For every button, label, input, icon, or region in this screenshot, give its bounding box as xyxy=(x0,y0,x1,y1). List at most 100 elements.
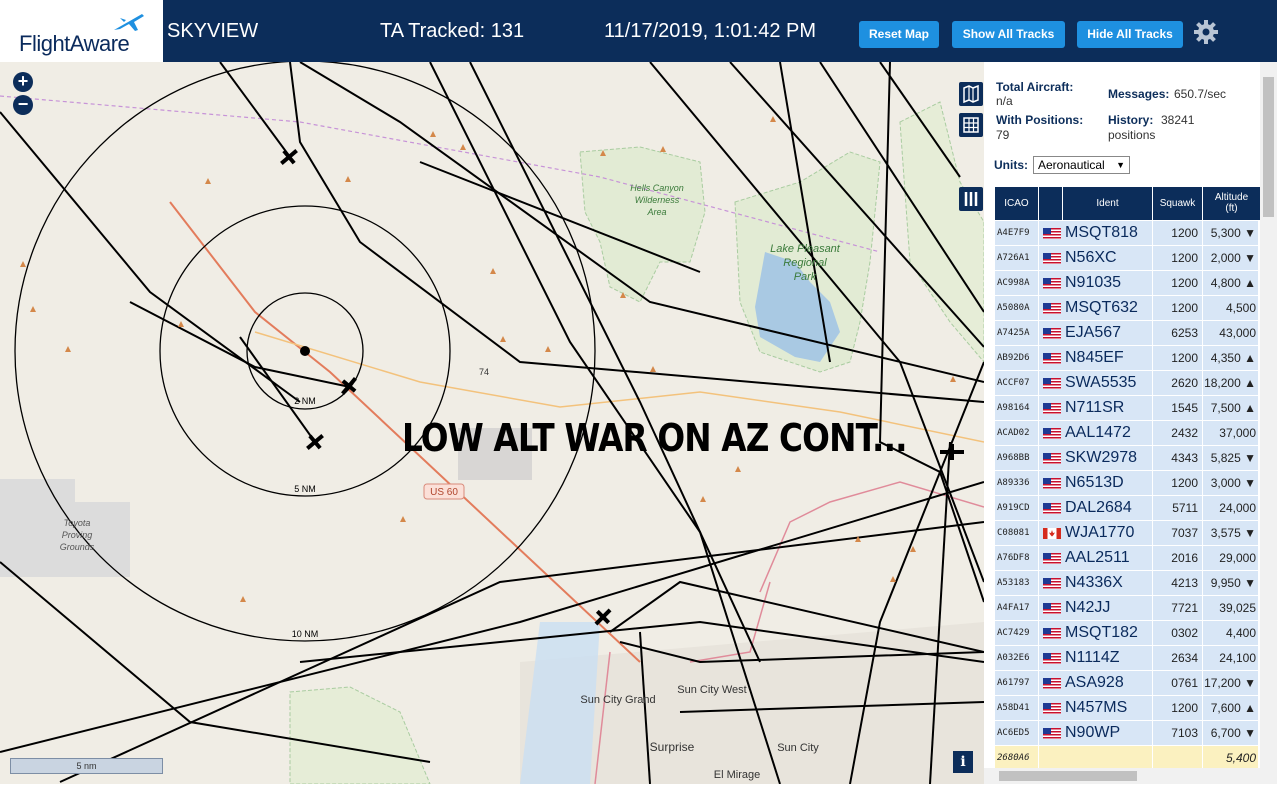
ident-text: DAL2684 xyxy=(1065,499,1132,516)
altitude-cell: 5,825 ▼ xyxy=(1203,446,1259,470)
units-dropdown[interactable]: Aeronautical ▼ xyxy=(1033,156,1130,174)
icao-cell: AC7429 xyxy=(995,621,1039,645)
zoom-in-button[interactable]: + xyxy=(13,72,33,92)
ident-cell: EJA567 xyxy=(1039,321,1153,345)
flightaware-logo[interactable]: FlightAware xyxy=(0,0,163,62)
icao-cell: A5080A xyxy=(995,296,1039,320)
icao-cell: 2680A6 xyxy=(995,746,1039,770)
ident-text: N91035 xyxy=(1065,274,1122,291)
sun-city-west-label: Sun City West xyxy=(677,684,747,696)
canada-flag-icon xyxy=(1043,528,1061,539)
toyota-label-2: Proving xyxy=(62,530,93,540)
aircraft-panel: Total Aircraft: n/a With Positions: 79 M… xyxy=(984,62,1277,784)
col-altitude-header[interactable]: Altitude (ft) xyxy=(1203,187,1261,220)
table-row[interactable]: A919CD DAL2684 5711 24,000 xyxy=(995,496,1259,521)
table-row[interactable]: A968BB SKW2978 4343 5,825 ▼ xyxy=(995,446,1259,471)
ident-text: AAL2511 xyxy=(1065,549,1130,566)
reset-map-button[interactable]: Reset Map xyxy=(859,21,939,48)
icao-cell: A58D41 xyxy=(995,696,1039,720)
col-flag-header[interactable] xyxy=(1039,187,1063,220)
table-row[interactable]: AB92D6 N845EF 1200 4,350 ▲ xyxy=(995,346,1259,371)
ring-label-5nm: 5 NM xyxy=(294,484,316,494)
ident-cell: N91035 xyxy=(1039,271,1153,295)
green-area-south xyxy=(289,686,431,784)
table-row[interactable]: AC6ED5 N90WP 7103 6,700 ▼ xyxy=(995,721,1259,746)
table-row[interactable]: ACCF07 SWA5535 2620 18,200 ▲ xyxy=(995,371,1259,396)
altitude-cell: 39,025 xyxy=(1203,596,1259,620)
table-row[interactable]: A89336 N6513D 1200 3,000 ▼ xyxy=(995,471,1259,496)
horizontal-scroll-thumb[interactable] xyxy=(999,771,1137,781)
road-74-label: 74 xyxy=(479,367,489,377)
icao-cell: A98164 xyxy=(995,396,1039,420)
receiver-location xyxy=(300,346,310,356)
ident-text: SKW2978 xyxy=(1065,449,1138,466)
altitude-cell: 29,000 xyxy=(1203,546,1259,570)
us-flag-icon xyxy=(1043,503,1061,514)
ring-label-2nm: 2 NM xyxy=(294,396,316,406)
table-row[interactable]: A61797 ASA928 0761 17,200 ▼ xyxy=(995,671,1259,696)
horizontal-scrollbar[interactable] xyxy=(984,768,1277,784)
us-flag-icon xyxy=(1043,428,1061,439)
altitude-cell: 3,575 ▼ xyxy=(1203,521,1259,545)
toyota-proving-grounds xyxy=(0,479,130,577)
table-row[interactable]: A032E6 N1114Z 2634 24,100 xyxy=(995,646,1259,671)
squawk-cell: 1200 xyxy=(1153,471,1203,495)
info-icon[interactable]: i xyxy=(953,751,973,773)
grid-icon[interactable] xyxy=(959,113,983,137)
squawk-cell: 0302 xyxy=(1153,621,1203,645)
zoom-out-button[interactable]: − xyxy=(13,95,33,115)
table-row[interactable]: AC7429 MSQT182 0302 4,400 xyxy=(995,621,1259,646)
hells-canyon-label-2: Wilderness xyxy=(635,195,680,205)
vertical-scroll-thumb[interactable] xyxy=(1263,77,1274,217)
table-row[interactable]: A7425A EJA567 6253 43,000 xyxy=(995,321,1259,346)
show-all-tracks-button[interactable]: Show All Tracks xyxy=(952,21,1065,48)
table-row[interactable]: A58D41 N457MS 1200 7,600 ▲ xyxy=(995,696,1259,721)
vertical-scrollbar[interactable] xyxy=(1260,62,1277,768)
map-view[interactable]: 2 NM 5 NM 10 NM Hells Canyon Wilderness … xyxy=(0,62,984,784)
units-label: Units: xyxy=(994,158,1028,172)
ident-cell: N457MS xyxy=(1039,696,1153,720)
altitude-cell: 4,500 xyxy=(1203,296,1259,320)
ident-cell: AAL2511 xyxy=(1039,546,1153,570)
col-squawk-header[interactable]: Squawk xyxy=(1153,187,1203,220)
us-flag-icon xyxy=(1043,628,1061,639)
table-row[interactable]: A4E7F9 MSQT818 1200 5,300 ▼ xyxy=(995,221,1259,246)
table-row[interactable]: A4FA17 N42JJ 7721 39,025 xyxy=(995,596,1259,621)
altitude-cell: 4,800 ▲ xyxy=(1203,271,1259,295)
table-row[interactable]: AC998A N91035 1200 4,800 ▲ xyxy=(995,271,1259,296)
us-flag-icon xyxy=(1043,278,1061,289)
clock-datetime: 11/17/2019, 1:01:42 PM xyxy=(604,20,817,42)
total-aircraft-value: n/a xyxy=(996,94,1013,108)
hells-canyon-area xyxy=(579,146,706,303)
ident-text: AAL1472 xyxy=(1065,424,1131,441)
hide-all-tracks-button[interactable]: Hide All Tracks xyxy=(1077,21,1183,48)
col-ident-header[interactable]: Ident xyxy=(1063,187,1153,220)
columns-icon[interactable] xyxy=(959,187,983,211)
table-row[interactable]: A98164 N711SR 1545 7,500 ▲ xyxy=(995,396,1259,421)
icao-cell: AC6ED5 xyxy=(995,721,1039,745)
table-row[interactable]: A76DF8 AAL2511 2016 29,000 xyxy=(995,546,1259,571)
icao-cell: A61797 xyxy=(995,671,1039,695)
altitude-cell: 9,950 ▼ xyxy=(1203,571,1259,595)
altitude-cell: 7,600 ▲ xyxy=(1203,696,1259,720)
toyota-label-3: Grounds xyxy=(60,542,95,552)
messages-label: Messages: xyxy=(1108,87,1170,101)
table-row[interactable]: ACAD02 AAL1472 2432 37,000 xyxy=(995,421,1259,446)
us60-label: US 60 xyxy=(430,487,458,498)
map-layers-icon[interactable] xyxy=(959,82,983,106)
icao-cell: A76DF8 xyxy=(995,546,1039,570)
table-row[interactable]: A726A1 N56XC 1200 2,000 ▼ xyxy=(995,246,1259,271)
ident-text: N845EF xyxy=(1065,349,1124,366)
with-positions-value: 79 xyxy=(996,128,1010,142)
us-flag-icon xyxy=(1043,378,1061,389)
us-flag-icon xyxy=(1043,553,1061,564)
col-icao-header[interactable]: ICAO xyxy=(995,187,1039,220)
ident-cell: N1114Z xyxy=(1039,646,1153,670)
us-flag-icon xyxy=(1043,253,1061,264)
table-row[interactable]: A5080A MSQT632 1200 4,500 xyxy=(995,296,1259,321)
gear-icon[interactable] xyxy=(1193,19,1219,45)
table-row[interactable]: A53183 N4336X 4213 9,950 ▼ xyxy=(995,571,1259,596)
ident-cell: MSQT182 xyxy=(1039,621,1153,645)
altitude-cell: 2,000 ▼ xyxy=(1203,246,1259,270)
table-row[interactable]: C08081 WJA1770 7037 3,575 ▼ xyxy=(995,521,1259,546)
